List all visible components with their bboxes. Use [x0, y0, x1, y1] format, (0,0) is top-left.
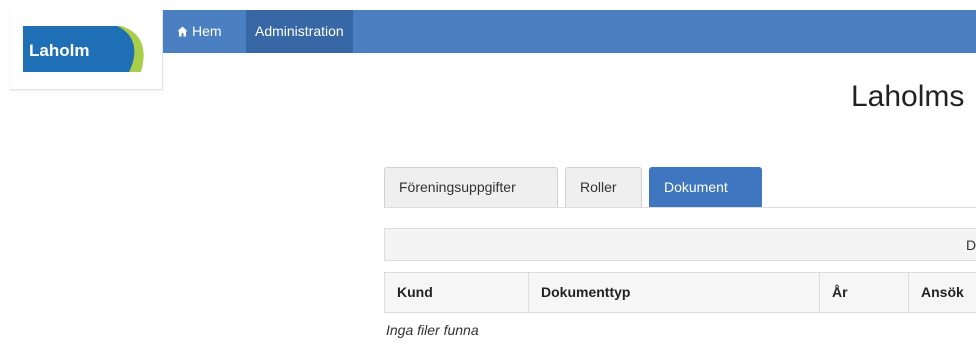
laholm-logo-graphic: Laholm — [23, 26, 144, 72]
nav-home-label: Hem — [192, 23, 222, 39]
tab-foreningsuppgifter[interactable]: Föreningsuppgifter — [384, 167, 558, 207]
top-navbar: Hem Administration — [163, 10, 976, 53]
page-title: Laholms — [851, 80, 965, 113]
section-header-bar: D — [384, 228, 976, 261]
tab-bar: Föreningsuppgifter Roller Dokument — [384, 167, 976, 208]
nav-administration[interactable]: Administration — [246, 10, 353, 53]
nav-home[interactable]: Hem — [171, 10, 228, 53]
tab-roller[interactable]: Roller — [565, 167, 642, 207]
section-header-text: D — [966, 237, 976, 253]
column-header-ansok[interactable]: Ansök — [909, 273, 976, 312]
documents-table-header: Kund Dokumenttyp År Ansök — [384, 272, 976, 313]
column-header-ar[interactable]: År — [820, 273, 909, 312]
column-header-kund[interactable]: Kund — [385, 273, 529, 312]
nav-administration-label: Administration — [255, 23, 344, 39]
logo-text: Laholm — [29, 41, 89, 60]
empty-table-message: Inga filer funna — [386, 322, 479, 338]
logo[interactable]: Laholm — [10, 10, 163, 90]
column-header-dokumenttyp[interactable]: Dokumenttyp — [529, 273, 820, 312]
home-icon — [177, 26, 188, 37]
tab-dokument[interactable]: Dokument — [649, 167, 762, 207]
